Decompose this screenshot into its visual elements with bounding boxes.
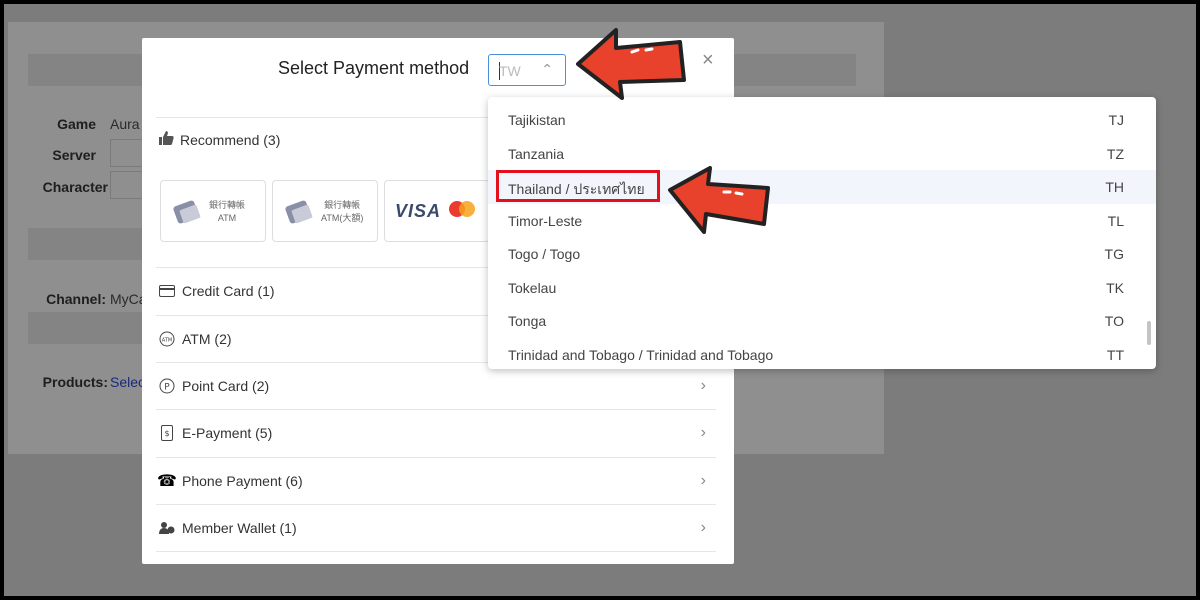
method-label: Member Wallet (1) [182, 520, 297, 536]
chevron-right-icon: › [700, 377, 706, 394]
option-name: Togo / Togo [508, 246, 581, 262]
option-code: TK [1106, 280, 1124, 296]
svg-text:$: $ [164, 429, 169, 438]
point-card-icon: P [158, 377, 176, 395]
option-name: Tajikistan [508, 112, 566, 128]
chevron-up-icon: ⌃ [541, 61, 553, 77]
chevron-right-icon: › [700, 519, 706, 536]
products-label: Products: [42, 374, 108, 390]
dropdown-option-togo[interactable]: Togo / Togo TG [488, 237, 1156, 271]
channel-label: Channel: [46, 291, 106, 307]
dropdown-option-tajikistan[interactable]: Tajikistan TJ [488, 103, 1156, 137]
bank-transfer-icon [285, 200, 313, 224]
dropdown-option-tonga[interactable]: Tonga TO [488, 304, 1156, 338]
method-e-payment[interactable]: $ E-Payment (5) › [158, 410, 718, 456]
annotation-arrow-icon [576, 28, 686, 100]
e-payment-icon: $ [158, 424, 176, 442]
mastercard-icon-2 [459, 201, 475, 217]
recommend-card-visa[interactable]: VISA [384, 180, 490, 242]
method-phone-payment[interactable]: ☎ Phone Payment (6) › [157, 458, 718, 504]
method-label: Point Card (2) [182, 378, 270, 394]
chevron-right-icon: › [700, 472, 706, 489]
character-label: Character [42, 179, 108, 195]
dropdown-option-tanzania[interactable]: Tanzania TZ [488, 137, 1156, 171]
dropdown-option-tokelau[interactable]: Tokelau TK [488, 271, 1156, 305]
card-text: 銀行轉帳 ATM(大額) [321, 200, 364, 223]
option-code: TO [1104, 313, 1124, 329]
option-code: TZ [1106, 146, 1124, 162]
recommend-label: Recommend (3) [180, 131, 281, 148]
option-code: TG [1104, 246, 1124, 262]
phone-icon: ☎ [157, 473, 177, 490]
credit-card-icon [158, 282, 176, 300]
highlight-box-annotation [496, 170, 660, 202]
game-label: Game [57, 116, 96, 132]
option-name: Trinidad and Tobago / Trinidad and Tobag… [508, 347, 774, 363]
annotation-arrow-icon-2 [668, 166, 770, 234]
bank-transfer-icon [173, 200, 201, 224]
atm-icon: ATM [158, 330, 176, 348]
wallet-icon [158, 519, 176, 537]
thumbs-up-icon [158, 130, 174, 149]
option-code: TT [1106, 347, 1124, 363]
method-member-wallet[interactable]: Member Wallet (1) › [158, 505, 718, 551]
dropdown-scrollbar[interactable] [1147, 321, 1151, 345]
method-label: Credit Card (1) [182, 283, 275, 299]
option-name: Tanzania [508, 146, 565, 162]
recommend-card-atm-large[interactable]: 銀行轉帳 ATM(大額) [272, 180, 378, 242]
svg-text:ATM: ATM [162, 338, 172, 344]
chevron-right-icon: › [700, 424, 706, 441]
method-label: E-Payment (5) [182, 425, 273, 441]
dropdown-option-trinidad[interactable]: Trinidad and Tobago / Trinidad and Tobag… [488, 338, 1156, 369]
option-code: TL [1107, 213, 1124, 229]
option-name: Tokelau [508, 280, 557, 296]
screenshot-frame: Game Aura I Server Character Channel: My… [4, 4, 1196, 596]
option-name: Tonga [508, 313, 547, 329]
region-select[interactable]: TW ⌃ [488, 54, 566, 86]
method-label: Phone Payment (6) [182, 473, 303, 489]
option-code: TJ [1108, 112, 1124, 128]
divider [156, 551, 716, 552]
recommend-section-header[interactable]: Recommend (3) [158, 130, 280, 149]
svg-text:P: P [164, 383, 170, 393]
products-link[interactable]: Selec [110, 374, 145, 390]
method-point-card[interactable]: P Point Card (2) › [158, 363, 718, 409]
server-label: Server [52, 147, 96, 163]
modal-title: Select Payment method [278, 58, 470, 78]
recommend-card-atm[interactable]: 銀行轉帳 ATM [160, 180, 266, 242]
region-dropdown: Tajikistan TJ Tanzania TZ Thailand / ประ… [488, 97, 1156, 369]
close-icon[interactable]: × [702, 50, 714, 70]
region-select-value: TW [499, 63, 521, 79]
visa-logo: VISA [395, 201, 442, 221]
method-label: ATM (2) [182, 331, 232, 347]
option-code: TH [1105, 179, 1124, 195]
dropdown-option-timor-leste[interactable]: Timor-Leste TL [488, 204, 1156, 238]
card-text: 銀行轉帳 ATM [209, 200, 246, 223]
option-name: Timor-Leste [508, 213, 583, 229]
